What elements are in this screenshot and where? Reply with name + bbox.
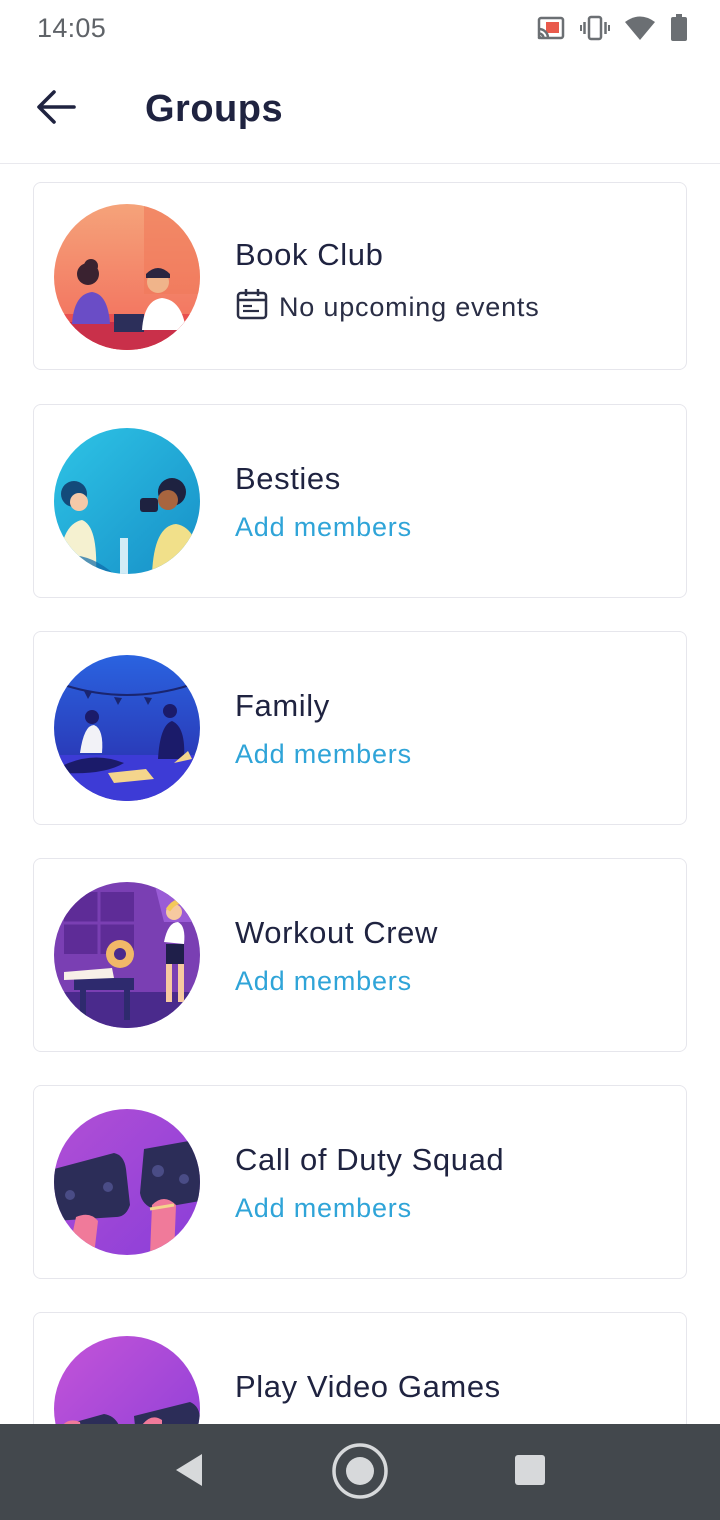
calendar-icon	[235, 287, 269, 328]
nav-home-icon	[331, 1442, 389, 1505]
group-name: Family	[235, 688, 330, 723]
group-card-workout-crew[interactable]: Workout Crew Add members	[33, 858, 687, 1052]
group-card-call-of-duty-squad[interactable]: Call of Duty Squad Add members	[33, 1085, 687, 1279]
group-events-status: No upcoming events	[235, 287, 540, 328]
battery-icon	[670, 14, 688, 42]
group-name: Book Club	[235, 237, 384, 272]
group-avatar-workout-crew	[54, 882, 200, 1028]
group-avatar-family	[54, 655, 200, 801]
group-name: Workout Crew	[235, 915, 439, 950]
group-card-family[interactable]: Family Add members	[33, 631, 687, 825]
nav-recents-icon	[514, 1454, 546, 1491]
group-list: Book Club No upcoming events Besties Add…	[0, 164, 720, 1424]
group-card-book-club[interactable]: Book Club No upcoming events	[33, 182, 687, 370]
group-avatar-call-of-duty-squad	[54, 1109, 200, 1255]
page-title: Groups	[145, 88, 284, 130]
group-subtitle: No upcoming events	[279, 292, 540, 322]
add-members-link[interactable]: Add members	[235, 739, 412, 770]
status-icons	[536, 14, 688, 42]
navigation-bar	[0, 1424, 720, 1520]
status-time: 14:05	[37, 12, 107, 43]
arrow-left-icon	[34, 87, 78, 132]
app-bar: Groups	[0, 56, 720, 164]
group-name: Besties	[235, 461, 341, 496]
nav-recents-button[interactable]	[506, 1448, 554, 1496]
nav-home-button[interactable]	[331, 1442, 389, 1505]
cast-icon	[536, 15, 566, 41]
add-members-link[interactable]: Add members	[235, 1193, 412, 1224]
add-members-link[interactable]: Add members	[235, 966, 412, 997]
group-avatar-besties	[54, 428, 200, 574]
status-bar: 14:05	[0, 0, 720, 56]
add-members-link[interactable]: Add members	[235, 512, 412, 543]
nav-back-icon	[172, 1452, 206, 1493]
group-name: Play Video Games	[235, 1369, 501, 1404]
nav-back-button[interactable]	[164, 1448, 214, 1496]
vibrate-icon	[580, 15, 610, 41]
group-card-play-video-games[interactable]: Play Video Games	[33, 1312, 687, 1424]
back-button[interactable]	[30, 84, 82, 136]
group-card-besties[interactable]: Besties Add members	[33, 404, 687, 598]
wifi-icon	[624, 15, 656, 41]
group-avatar-book-club	[54, 204, 200, 350]
group-avatar-play-video-games	[54, 1336, 200, 1424]
group-name: Call of Duty Squad	[235, 1142, 505, 1177]
